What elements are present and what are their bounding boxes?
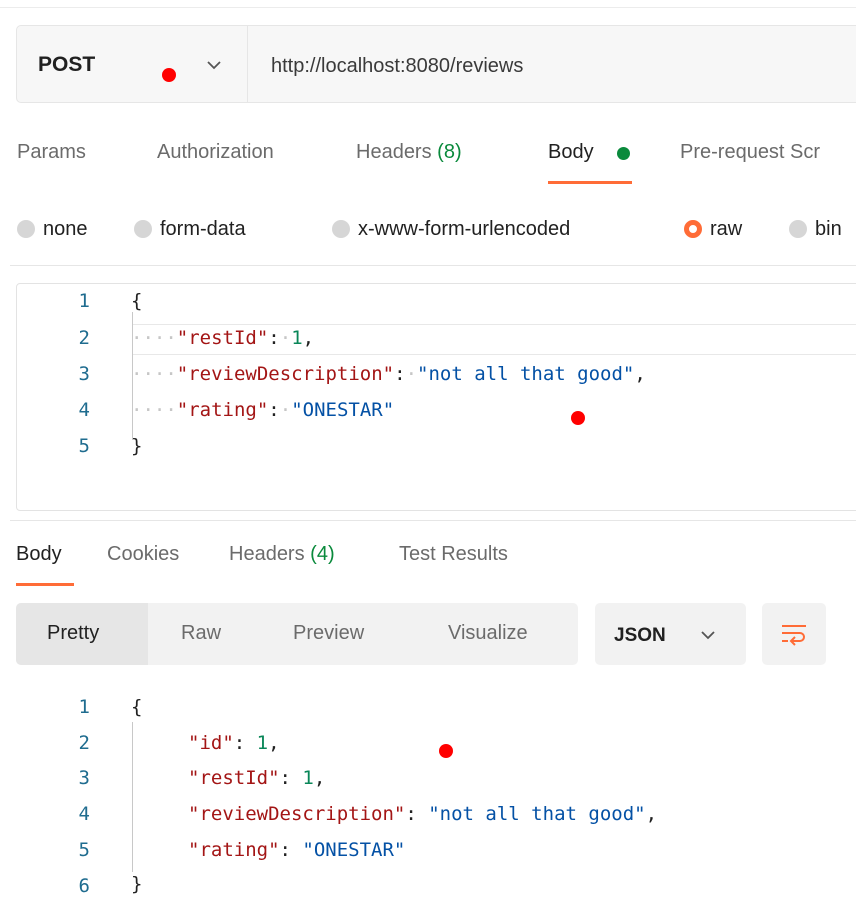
radio-dot-selected [684, 220, 702, 238]
code-brace-open: { [131, 696, 143, 718]
tab-params[interactable]: Params [17, 141, 86, 164]
view-preview-button[interactable]: Preview [293, 622, 364, 645]
code-line: "id": 1, [188, 732, 280, 754]
line-number: 4 [78, 399, 90, 421]
response-tab-cookies[interactable]: Cookies [107, 543, 179, 566]
chevron-down-icon [701, 631, 715, 640]
format-label: JSON [614, 625, 666, 646]
radio-dot [134, 220, 152, 238]
annotation-dot [439, 744, 453, 758]
line-number: 2 [78, 732, 90, 754]
code-brace-open: { [131, 290, 143, 312]
url-separator [247, 26, 248, 102]
code-line: ····"reviewDescription":·"not all that g… [131, 363, 646, 385]
active-tab-indicator [548, 181, 632, 184]
line-number: 6 [78, 875, 90, 897]
request-body-editor[interactable] [16, 283, 856, 511]
line-number: 2 [78, 327, 90, 349]
radio-x-www-form-urlencoded[interactable]: x-www-form-urlencoded [332, 217, 570, 241]
response-tab-test-results[interactable]: Test Results [399, 543, 508, 566]
tab-pre-request-script[interactable]: Pre-request Scr [680, 141, 820, 164]
view-visualize-button[interactable]: Visualize [448, 622, 528, 645]
tab-headers[interactable]: Headers (8) [356, 141, 462, 164]
wrap-lines-icon [782, 625, 806, 646]
view-pretty-button[interactable]: Pretty [47, 622, 99, 645]
line-number: 1 [78, 696, 90, 718]
line-number: 5 [78, 839, 90, 861]
code-line: "reviewDescription": "not all that good"… [188, 803, 658, 825]
code-brace-close: } [131, 873, 143, 895]
headers-count: (4) [310, 543, 335, 565]
top-divider [0, 7, 856, 8]
section-divider [10, 520, 856, 521]
section-divider [10, 265, 856, 266]
response-tab-body[interactable]: Body [16, 543, 62, 566]
green-dot-icon [617, 147, 630, 160]
line-number: 3 [78, 363, 90, 385]
headers-count: (8) [437, 141, 462, 163]
code-line: ····"rating":·"ONESTAR" [131, 399, 395, 421]
tab-authorization[interactable]: Authorization [157, 141, 274, 164]
annotation-dot [571, 411, 585, 425]
radio-binary[interactable]: bin [789, 217, 842, 241]
indent-guide [132, 722, 133, 872]
chevron-down-icon[interactable] [206, 58, 222, 72]
annotation-dot [162, 68, 176, 82]
radio-raw[interactable]: raw [684, 217, 742, 241]
code-line: "rating": "ONESTAR" [188, 839, 406, 861]
code-brace-close: } [131, 435, 143, 457]
radio-dot [17, 220, 35, 238]
line-number: 3 [78, 767, 90, 789]
view-raw-button[interactable]: Raw [181, 622, 221, 645]
method-select[interactable]: POST [38, 53, 95, 77]
radio-form-data[interactable]: form-data [134, 217, 246, 241]
active-tab-indicator [16, 583, 74, 586]
radio-dot [789, 220, 807, 238]
response-tab-headers[interactable]: Headers (4) [229, 543, 335, 566]
line-number: 5 [78, 435, 90, 457]
tab-body[interactable]: Body [548, 141, 594, 164]
radio-dot [332, 220, 350, 238]
line-number: 4 [78, 803, 90, 825]
code-line: "restId": 1, [188, 767, 326, 789]
radio-none[interactable]: none [17, 217, 88, 241]
code-line: ····"restId":·1, [131, 327, 315, 349]
url-input[interactable]: http://localhost:8080/reviews [271, 55, 523, 78]
line-number: 1 [78, 290, 90, 312]
